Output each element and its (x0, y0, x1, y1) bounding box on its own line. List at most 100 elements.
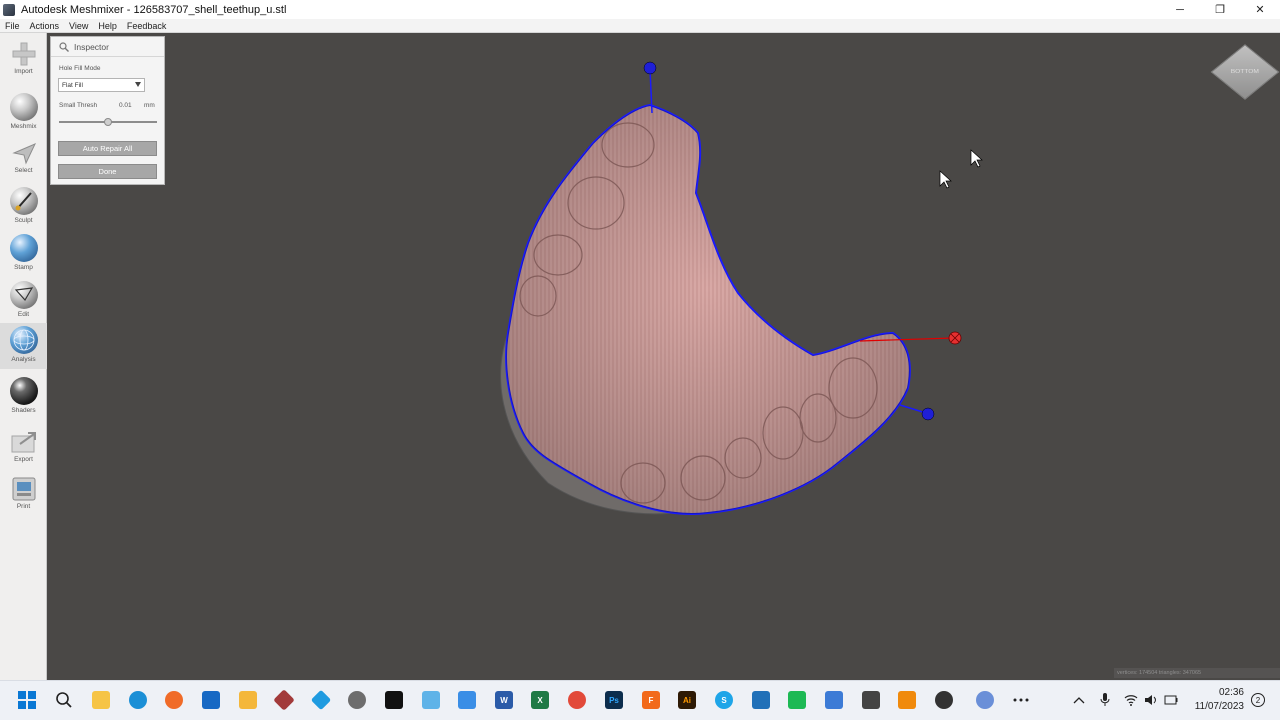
inspector-header: Inspector (51, 37, 164, 57)
windows-start-icon[interactable] (16, 689, 38, 711)
photoshop-icon[interactable]: Ps (603, 689, 625, 711)
export-icon (10, 430, 38, 454)
tool-print[interactable]: Print (0, 473, 47, 517)
cloud-icon[interactable] (974, 689, 996, 711)
word-icon[interactable]: W (493, 689, 515, 711)
meshmixer-logo-icon (3, 3, 15, 16)
tool-import[interactable]: Import (0, 38, 47, 82)
menu-bar: File Actions View Help Feedback (0, 19, 1280, 33)
tool-stamp[interactable]: Stamp (0, 231, 47, 275)
search-icon[interactable] (53, 689, 75, 711)
tool-edit[interactable]: Edit (0, 278, 47, 322)
illustrator-icon[interactable]: Ai (676, 689, 698, 711)
meshmix-sphere-icon (9, 93, 38, 121)
menu-view[interactable]: View (64, 21, 93, 31)
tool-meshmix[interactable]: Meshmix (0, 90, 47, 134)
edit-sphere-icon (9, 281, 38, 309)
menu-file[interactable]: File (0, 21, 25, 31)
firefox-icon[interactable] (163, 689, 185, 711)
auto-repair-all-button[interactable]: Auto Repair All (58, 141, 157, 156)
menu-actions[interactable]: Actions (25, 21, 65, 31)
tool-analysis[interactable]: Analysis (0, 323, 47, 369)
fusion360-icon[interactable]: F (640, 689, 662, 711)
tool-label-import: Import (14, 68, 33, 75)
volume-icon[interactable] (1140, 689, 1162, 711)
folder-icon[interactable] (237, 689, 259, 711)
download-icon[interactable] (823, 689, 845, 711)
print-icon (10, 477, 38, 501)
hole-fill-mode-select[interactable]: Flat Fill (58, 78, 145, 92)
app-blue-diamond-icon[interactable] (310, 689, 332, 711)
inspector-title: Inspector (74, 41, 109, 52)
edge-icon[interactable] (127, 689, 149, 711)
tool-label-meshmix: Meshmix (10, 123, 37, 130)
file-explorer-icon[interactable] (90, 689, 112, 711)
window-title: Autodesk Meshmixer - 126583707_shell_tee… (21, 3, 287, 16)
menu-help[interactable]: Help (93, 21, 122, 31)
plus-icon (10, 42, 38, 66)
app-green-icon[interactable] (786, 689, 808, 711)
window-controls: ─ ❐ ✕ (1160, 0, 1280, 19)
small-thresh-unit: mm (144, 102, 155, 109)
tool-export[interactable]: Export (0, 426, 47, 470)
skype-icon[interactable]: S (713, 689, 735, 711)
tool-label-stamp: Stamp (14, 264, 33, 271)
clock-time[interactable]: 02:36 (1186, 687, 1244, 698)
inspector-panel: Inspector Hole Fill Mode Flat Fill Small… (50, 36, 165, 185)
view-cube-label: BOTTOM (1230, 69, 1260, 75)
title-bar: Autodesk Meshmixer - 126583707_shell_tee… (0, 0, 1280, 19)
more-icon[interactable] (1010, 689, 1032, 711)
cursor-icon-2 (970, 149, 983, 168)
app-cube-icon[interactable] (750, 689, 772, 711)
hole-fill-mode-value: Flat Fill (62, 81, 83, 89)
tool-sculpt[interactable]: Sculpt (0, 184, 47, 228)
left-toolbar: Import Meshmix Select Sculpt Stamp Edit … (0, 33, 47, 680)
analysis-sphere-icon (9, 326, 38, 354)
chevron-up-icon[interactable] (1068, 689, 1090, 711)
gizmo-handle-top (643, 61, 657, 75)
mesh-stats: vertices: 174504 triangles: 347065 (1114, 668, 1280, 678)
tool-label-print: Print (16, 503, 31, 510)
menu-feedback[interactable]: Feedback (122, 21, 172, 31)
tool-select[interactable]: Select (0, 137, 47, 181)
3d-viewport[interactable] (48, 33, 1280, 680)
small-thresh-slider-thumb[interactable] (104, 118, 112, 126)
tool-label-shaders: Shaders (11, 407, 36, 414)
maximize-button[interactable]: ❐ (1200, 0, 1240, 19)
minimize-button[interactable]: ─ (1160, 0, 1200, 19)
meshmixer-icon[interactable] (273, 689, 295, 711)
settings-icon[interactable] (346, 689, 368, 711)
microphone-icon[interactable] (1094, 689, 1116, 711)
wifi-icon[interactable] (1120, 689, 1142, 711)
app-black-icon[interactable] (383, 689, 405, 711)
tool-label-sculpt: Sculpt (14, 217, 33, 224)
app-image-icon[interactable] (420, 689, 442, 711)
tool-label-export: Export (14, 456, 33, 463)
close-button[interactable]: ✕ (1240, 0, 1280, 19)
clock-date[interactable]: 11/07/2023 (1186, 701, 1244, 712)
excel-icon[interactable]: X (529, 689, 551, 711)
chevron-down-icon (135, 82, 141, 87)
tool-shaders[interactable]: Shaders (0, 374, 47, 418)
chrome-icon[interactable] (933, 689, 955, 711)
gizmo-handle-right (921, 407, 935, 421)
notepad-icon[interactable] (456, 689, 478, 711)
notification-count: 2 (1251, 693, 1265, 707)
media-icon[interactable] (860, 689, 882, 711)
stamp-sphere-icon (9, 234, 38, 262)
done-button[interactable]: Done (58, 164, 157, 179)
shader-sphere-icon (9, 377, 38, 405)
tool-label-select: Select (14, 167, 33, 174)
magnifier-icon (59, 41, 69, 52)
sculpt-brush-icon (9, 187, 38, 215)
vlc-icon[interactable] (896, 689, 918, 711)
hole-fill-mode-label: Hole Fill Mode (59, 65, 101, 72)
notification-badge[interactable]: 2 (1247, 689, 1269, 711)
tool-label-edit: Edit (17, 311, 30, 318)
store-icon[interactable] (200, 689, 222, 711)
small-thresh-value: 0.01 (119, 102, 132, 109)
app-red-swirl-icon[interactable] (566, 689, 588, 711)
select-arrow-icon (10, 141, 38, 165)
small-thresh-label: Small Thresh (59, 102, 98, 109)
battery-icon[interactable] (1160, 689, 1182, 711)
